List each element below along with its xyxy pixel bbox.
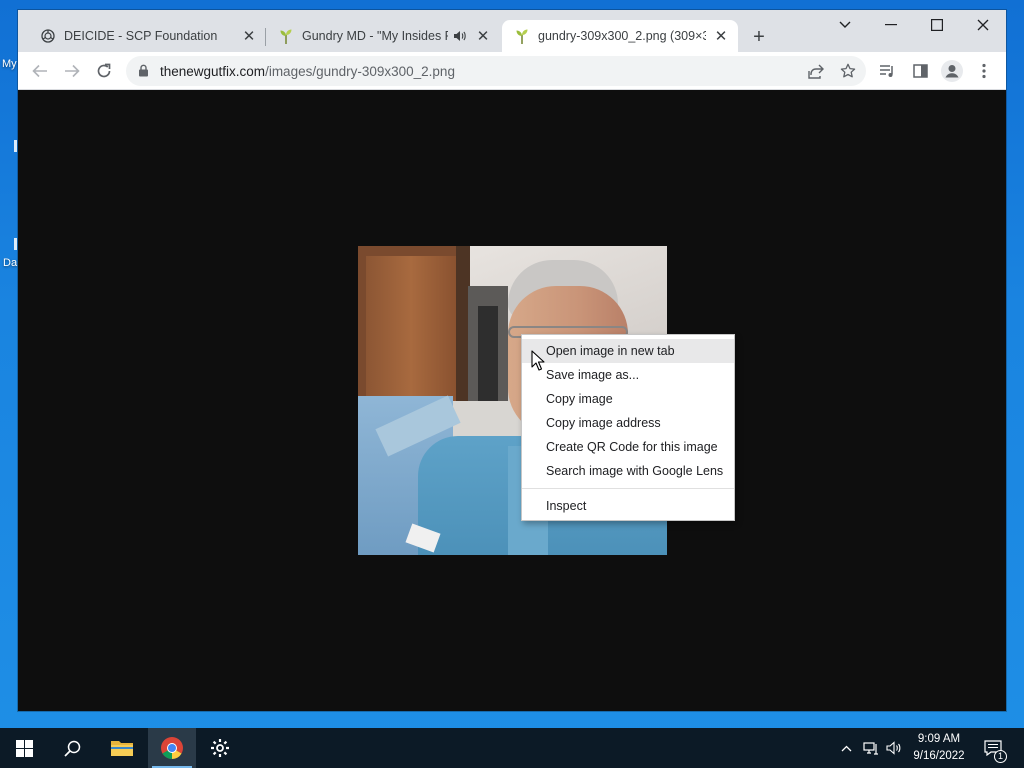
url-domain: thenewgutfix.com — [160, 64, 266, 79]
desktop-icon-fragment[interactable] — [14, 140, 17, 152]
tab-gundry-image[interactable]: gundry-309x300_2.png (309×30 ✕ — [502, 20, 738, 52]
profile-avatar[interactable] — [938, 57, 966, 85]
search-icon[interactable] — [48, 728, 96, 768]
address-bar[interactable]: thenewgutfix.com/images/gundry-309x300_2… — [126, 56, 866, 86]
chrome-icon[interactable] — [148, 728, 196, 768]
menu-item-inspect[interactable]: Inspect — [522, 494, 734, 518]
system-clock[interactable]: 9:09 AM 9/16/2022 — [906, 731, 972, 765]
back-arrow-icon[interactable] — [26, 57, 54, 85]
notification-count-badge: 1 — [994, 750, 1007, 763]
lock-icon[interactable] — [138, 64, 149, 80]
kebab-menu-icon[interactable] — [970, 57, 998, 85]
url-text[interactable]: thenewgutfix.com/images/gundry-309x300_2… — [160, 64, 455, 79]
close-tab-icon[interactable]: ✕ — [712, 27, 730, 45]
file-explorer-icon[interactable] — [98, 728, 146, 768]
tab-gundry-md[interactable]: Gundry MD - "My Insides Fe ✕ — [266, 20, 500, 52]
browser-toolbar: thenewgutfix.com/images/gundry-309x300_2… — [18, 52, 1006, 90]
tab-title: gundry-309x300_2.png (309×30 — [538, 29, 706, 43]
sprout-icon — [278, 28, 294, 44]
forward-arrow-icon[interactable] — [58, 57, 86, 85]
maximize-button[interactable] — [914, 10, 960, 40]
scp-logo-icon — [40, 28, 56, 44]
tab-strip: DEICIDE - SCP Foundation ✕ Gundry MD - "… — [18, 10, 1006, 52]
image-viewer: Open image in new tab Save image as... C… — [18, 90, 1006, 711]
clock-date: 9/16/2022 — [913, 750, 965, 762]
menu-item-copy-image-address[interactable]: Copy image address — [522, 411, 734, 435]
menu-divider — [522, 488, 734, 489]
taskbar: 9:09 AM 9/16/2022 1 — [0, 728, 1024, 768]
network-icon[interactable] — [860, 728, 882, 768]
tab-search-chevron-icon[interactable] — [822, 10, 868, 40]
menu-item-open-image-new-tab[interactable]: Open image in new tab — [522, 339, 734, 363]
settings-gear-icon[interactable] — [196, 728, 244, 768]
close-window-button[interactable] — [960, 10, 1006, 40]
tab-title: Gundry MD - "My Insides Fe — [302, 29, 448, 43]
tab-scp-foundation[interactable]: DEICIDE - SCP Foundation ✕ — [28, 20, 266, 52]
new-tab-button[interactable]: + — [748, 26, 770, 48]
close-tab-icon[interactable]: ✕ — [474, 27, 492, 45]
browser-window: DEICIDE - SCP Foundation ✕ Gundry MD - "… — [18, 10, 1006, 711]
context-menu: Open image in new tab Save image as... C… — [521, 334, 735, 521]
close-tab-icon[interactable]: ✕ — [240, 27, 258, 45]
menu-item-save-image-as[interactable]: Save image as... — [522, 363, 734, 387]
show-hidden-icons-chevron-icon[interactable] — [836, 728, 856, 768]
desktop-icon-fragment[interactable] — [14, 238, 17, 250]
sprout-icon — [514, 28, 530, 44]
desktop-icon-label[interactable]: My — [2, 58, 17, 70]
notifications-icon[interactable]: 1 — [978, 728, 1008, 768]
url-path: /images/gundry-309x300_2.png — [265, 64, 455, 79]
volume-icon[interactable] — [884, 728, 904, 768]
menu-item-copy-image[interactable]: Copy image — [522, 387, 734, 411]
mouse-cursor-icon — [531, 350, 545, 372]
share-icon[interactable] — [804, 60, 828, 82]
menu-item-create-qr-code[interactable]: Create QR Code for this image — [522, 435, 734, 459]
clock-time: 9:09 AM — [917, 733, 961, 745]
reload-icon[interactable] — [90, 57, 118, 85]
windows-start-icon[interactable] — [0, 728, 48, 768]
minimize-button[interactable] — [868, 10, 914, 40]
media-control-icon[interactable] — [873, 57, 901, 85]
speaker-icon[interactable] — [450, 27, 468, 45]
side-panel-icon[interactable] — [906, 57, 934, 85]
menu-item-search-google-lens[interactable]: Search image with Google Lens — [522, 459, 734, 483]
desktop-icon-label[interactable]: Da — [3, 257, 17, 269]
bookmark-star-icon[interactable] — [836, 60, 860, 82]
tab-title: DEICIDE - SCP Foundation — [64, 29, 218, 43]
